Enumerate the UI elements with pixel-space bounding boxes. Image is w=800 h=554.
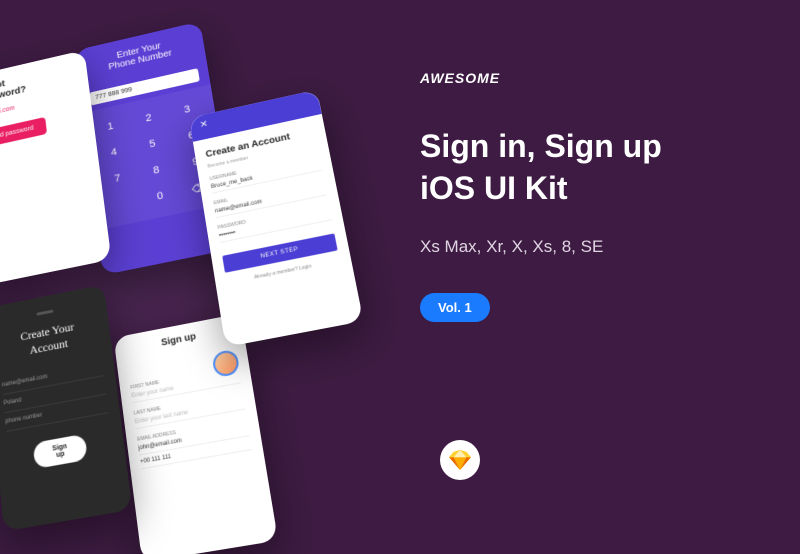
title-line-1: Sign in, Sign up	[420, 128, 662, 164]
device-list: Xs Max, Xr, X, Xs, 8, SE	[420, 237, 750, 257]
main-title: Sign in, Sign up iOS UI Kit	[420, 126, 750, 209]
title-line-2: iOS UI Kit	[420, 170, 568, 206]
phone-create-account: ✕ Create an Account Become a member USER…	[189, 90, 363, 347]
phone-signup: Sign up First name Enter your name Last …	[114, 313, 279, 554]
volume-badge: Vol. 1	[420, 293, 490, 322]
phone-mockups: Forgot Password? rt@mail.com end passwor…	[0, 0, 400, 540]
sketch-icon	[440, 440, 480, 480]
signup-button[interactable]: Sign up	[33, 434, 88, 469]
dark-title: Create Your Account	[0, 315, 100, 364]
phone-create-dark: Create Your Account name@email.com Polan…	[0, 284, 132, 531]
brand-logo: AWESOME	[420, 70, 750, 86]
content-panel: AWESOME Sign in, Sign up iOS UI Kit Xs M…	[420, 70, 750, 322]
send-password-button[interactable]: end password	[0, 117, 47, 148]
